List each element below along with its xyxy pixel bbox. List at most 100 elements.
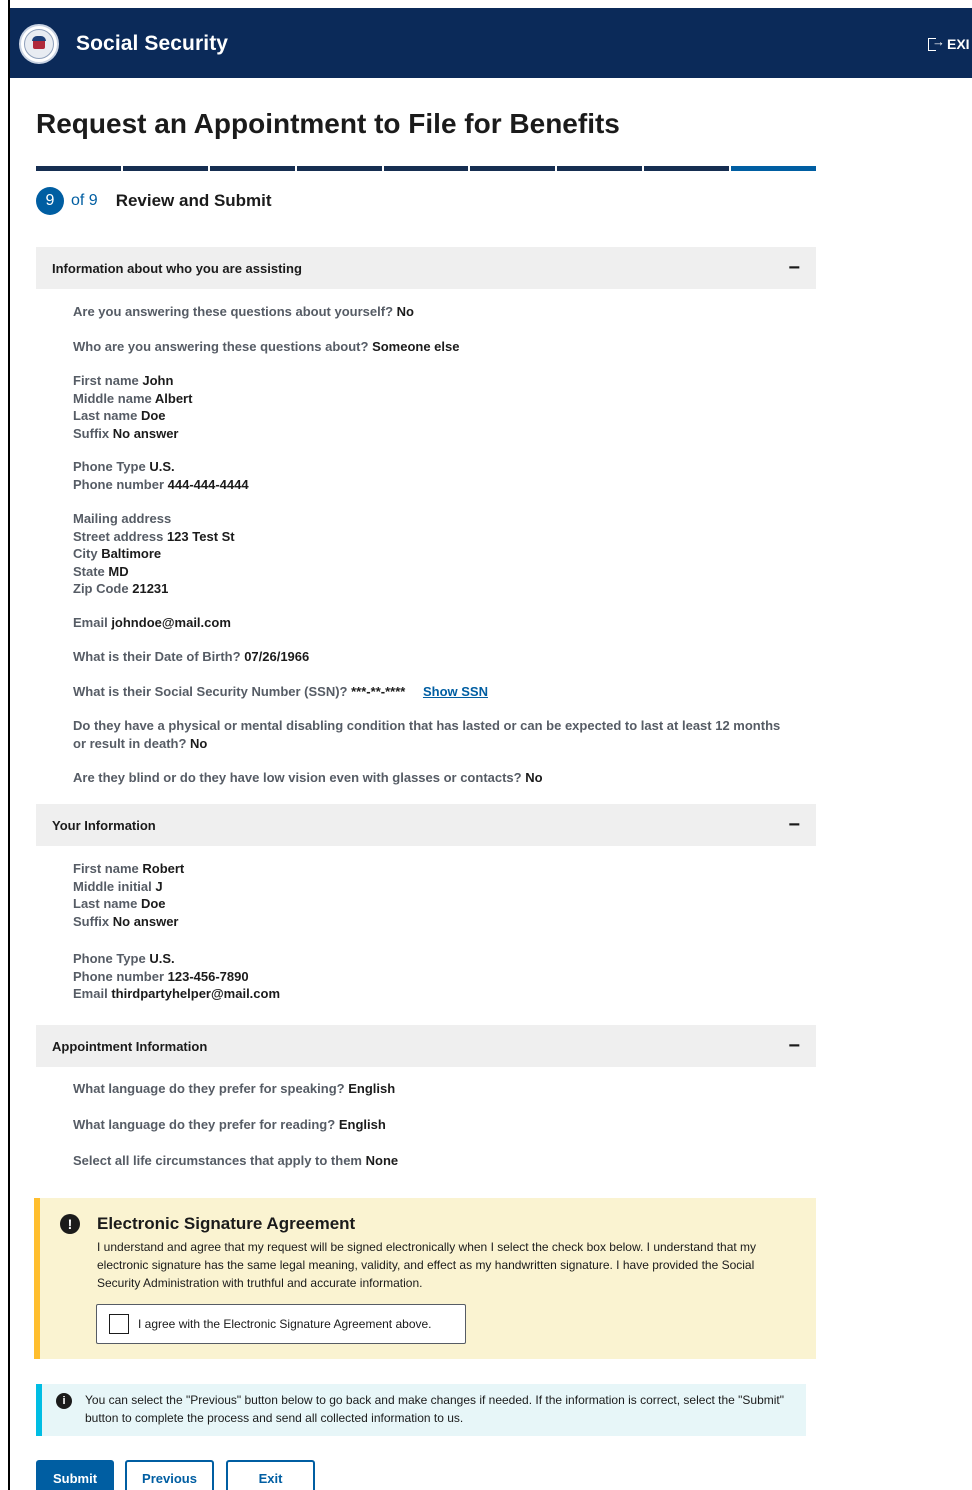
section-header-your-information[interactable]: Your Information − (36, 804, 816, 846)
ssa-seal-logo[interactable] (19, 24, 59, 64)
info-icon: i (56, 1393, 72, 1409)
review-item-speaking-language: What language do they prefer for speakin… (73, 1080, 395, 1098)
field-label: Last name (73, 896, 138, 911)
section-title: Appointment Information (52, 1038, 208, 1054)
step-progress-bar (36, 166, 817, 171)
field-label: Zip Code (73, 581, 129, 596)
field-value: Robert (142, 861, 185, 876)
field-label: First name (73, 861, 139, 876)
question-label: Are they blind or do they have low visio… (73, 770, 522, 785)
field-label: Middle name (73, 390, 152, 406)
section-header-assisting[interactable]: Information about who you are assisting … (36, 247, 816, 289)
header-exit-label: EXI (947, 36, 970, 52)
field-label: Phone number (73, 968, 165, 984)
answer-value: No (396, 304, 414, 319)
collapse-icon[interactable]: − (788, 1036, 800, 1056)
step-number-badge: 9 (36, 187, 64, 215)
field-value: Baltimore (101, 546, 162, 561)
review-item-email: Email johndoe@mail.com (73, 614, 231, 632)
answer-value: None (365, 1153, 399, 1168)
answer-value: Someone else (372, 339, 460, 354)
field-label: Street address (73, 528, 164, 544)
review-item-dob: What is their Date of Birth? 07/26/1966 (73, 648, 309, 666)
field-label: Email (73, 986, 108, 1001)
review-group-phone: Phone Type U.S. Phone number 444-444-444… (73, 458, 249, 493)
progress-segment (470, 166, 556, 171)
collapse-icon[interactable]: − (788, 815, 800, 835)
field-value: 444-444-4444 (167, 476, 249, 492)
review-item-about-self: Are you answering these questions about … (73, 303, 414, 321)
field-value: MD (108, 563, 129, 579)
field-value: U.S. (149, 951, 175, 966)
review-item-blind: Are they blind or do they have low visio… (73, 769, 543, 787)
section-header-appointment[interactable]: Appointment Information − (36, 1025, 816, 1067)
answer-value: ***-**-**** (351, 684, 406, 699)
review-item-who: Who are you answering these questions ab… (73, 338, 460, 356)
field-label: Last name (73, 408, 138, 423)
step-indicator: 9 of 9 Review and Submit (36, 187, 272, 215)
field-value: No answer (112, 913, 179, 929)
seal-emblem-icon (24, 29, 54, 59)
field-label: City (73, 546, 98, 561)
sign-out-icon (928, 34, 945, 51)
review-item-life-circumstances: Select all life circumstances that apply… (73, 1152, 398, 1170)
warning-icon: ! (60, 1214, 80, 1234)
signature-agree-checkbox-tile[interactable]: I agree with the Electronic Signature Ag… (96, 1304, 466, 1344)
answer-value: 07/26/1966 (244, 649, 310, 664)
info-alert: i You can select the "Previous" button b… (36, 1384, 806, 1436)
field-value: Doe (140, 896, 166, 911)
field-label: Phone Type (73, 459, 146, 474)
field-label: Phone number (73, 476, 165, 492)
page-title: Request an Appointment to File for Benef… (36, 108, 620, 139)
field-value: 123-456-7890 (167, 968, 249, 984)
field-value: 21231 (132, 581, 169, 596)
review-group-your-name: First name Robert Middle initial J Last … (73, 860, 184, 930)
field-label: Mailing address (73, 511, 172, 526)
question-label: What language do they prefer for reading… (73, 1117, 336, 1132)
field-label: Email (73, 615, 108, 630)
info-alert-text: You can select the "Previous" button bel… (85, 1393, 784, 1425)
field-label: Phone Type (73, 951, 146, 966)
exit-button[interactable]: Exit (226, 1460, 315, 1490)
header-exit-link[interactable]: EXI (928, 34, 970, 52)
progress-segment (644, 166, 730, 171)
field-value: Doe (140, 408, 166, 423)
site-header: Social Security EXI (10, 8, 972, 78)
question-label: Who are you answering these questions ab… (73, 339, 369, 354)
answer-value: English (338, 1117, 386, 1132)
site-brand[interactable]: Social Security (76, 32, 228, 56)
question-label: What is their Date of Birth? (73, 649, 241, 664)
signature-agree-checkbox[interactable] (109, 1314, 129, 1334)
window-border (8, 0, 10, 1490)
answer-value: English (348, 1081, 396, 1096)
field-value: J (155, 878, 163, 894)
field-value: U.S. (149, 459, 175, 474)
signature-body: I understand and agree that my request w… (97, 1240, 757, 1290)
review-item-ssn: What is their Social Security Number (SS… (73, 683, 488, 701)
signature-agree-label[interactable]: I agree with the Electronic Signature Ag… (138, 1317, 432, 1331)
submit-button[interactable]: Submit (36, 1460, 114, 1490)
field-label: First name (73, 373, 139, 388)
question-label: What language do they prefer for speakin… (73, 1081, 345, 1096)
review-group-your-contact: Phone Type U.S. Phone number 123-456-789… (73, 950, 280, 1003)
progress-segment-current (731, 166, 817, 171)
field-value: Albert (154, 390, 193, 406)
answer-value: No (190, 735, 208, 751)
question-label: Do they have a physical or mental disabl… (73, 718, 781, 751)
section-title: Your Information (52, 817, 156, 833)
collapse-icon[interactable]: − (788, 258, 800, 278)
progress-segment (209, 166, 295, 171)
field-value: johndoe@mail.com (111, 615, 231, 630)
show-ssn-link[interactable]: Show SSN (423, 684, 488, 699)
field-value: 123 Test St (166, 528, 235, 544)
previous-button[interactable]: Previous (125, 1460, 214, 1490)
step-title: Review and Submit (115, 191, 272, 210)
progress-segment (122, 166, 208, 171)
field-label: Suffix (73, 913, 110, 929)
progress-segment (36, 166, 121, 171)
field-value: No answer (112, 425, 179, 441)
review-item-disability: Do they have a physical or mental disabl… (73, 717, 793, 752)
field-value: John (142, 373, 174, 388)
step-of-total: of 9 (71, 192, 98, 209)
question-label: What is their Social Security Number (SS… (73, 684, 348, 699)
